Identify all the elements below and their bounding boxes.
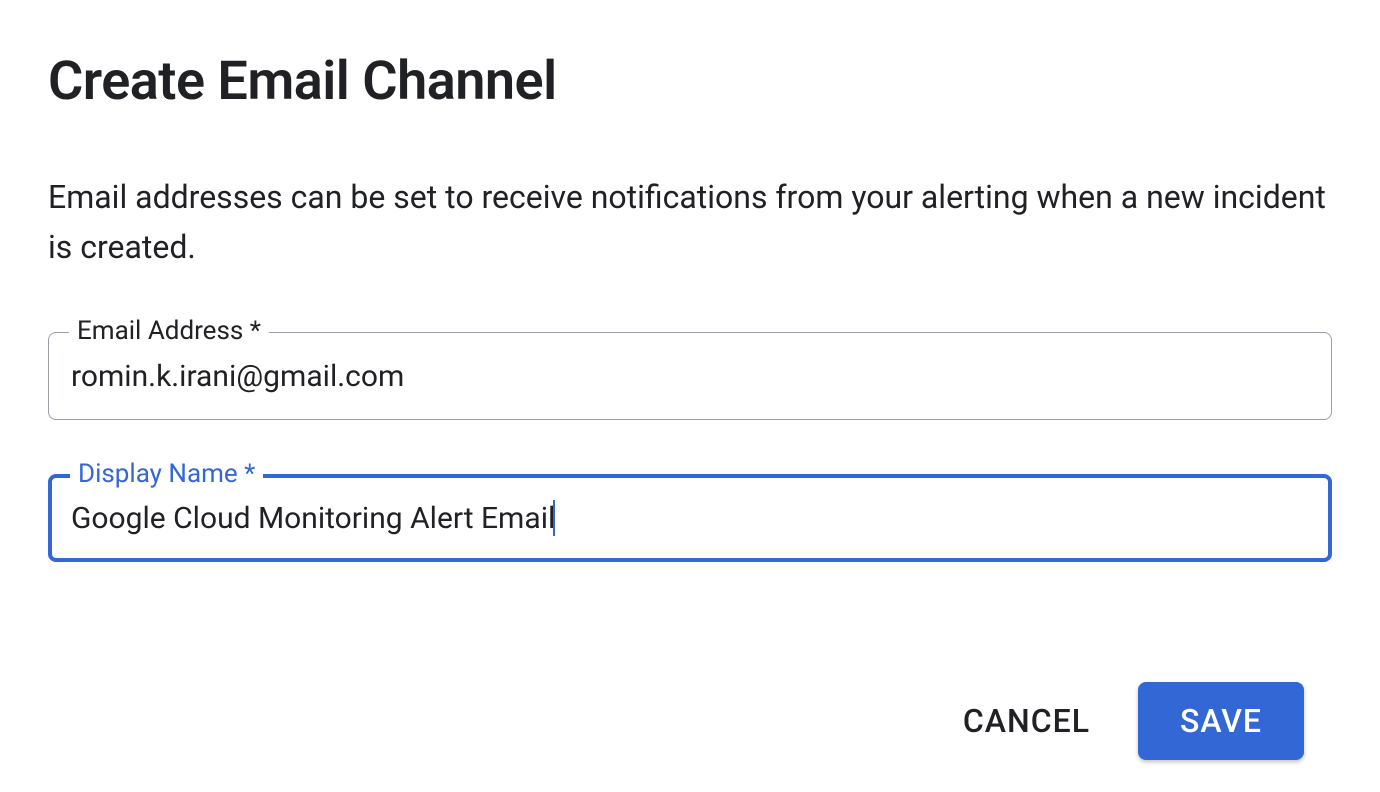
save-button[interactable]: SAVE [1138,682,1304,760]
display-name-label: Display Name * [70,459,263,489]
email-input[interactable] [71,359,1309,394]
dialog-description: Email addresses can be set to receive no… [48,173,1328,272]
display-name-field-outline[interactable]: Display Name * Google Cloud Monitoring A… [48,474,1332,562]
display-name-input[interactable]: Google Cloud Monitoring Alert Email [71,501,555,536]
dialog-title: Create Email Channel [48,50,1332,113]
dialog-actions: CANCEL SAVE [48,682,1332,760]
email-field-wrapper: Email Address * [48,332,1332,420]
email-label: Email Address * [69,316,269,346]
email-field-outline[interactable]: Email Address * [48,332,1332,420]
text-caret [553,500,555,536]
cancel-button[interactable]: CANCEL [963,702,1090,740]
display-name-field-wrapper: Display Name * Google Cloud Monitoring A… [48,474,1332,562]
